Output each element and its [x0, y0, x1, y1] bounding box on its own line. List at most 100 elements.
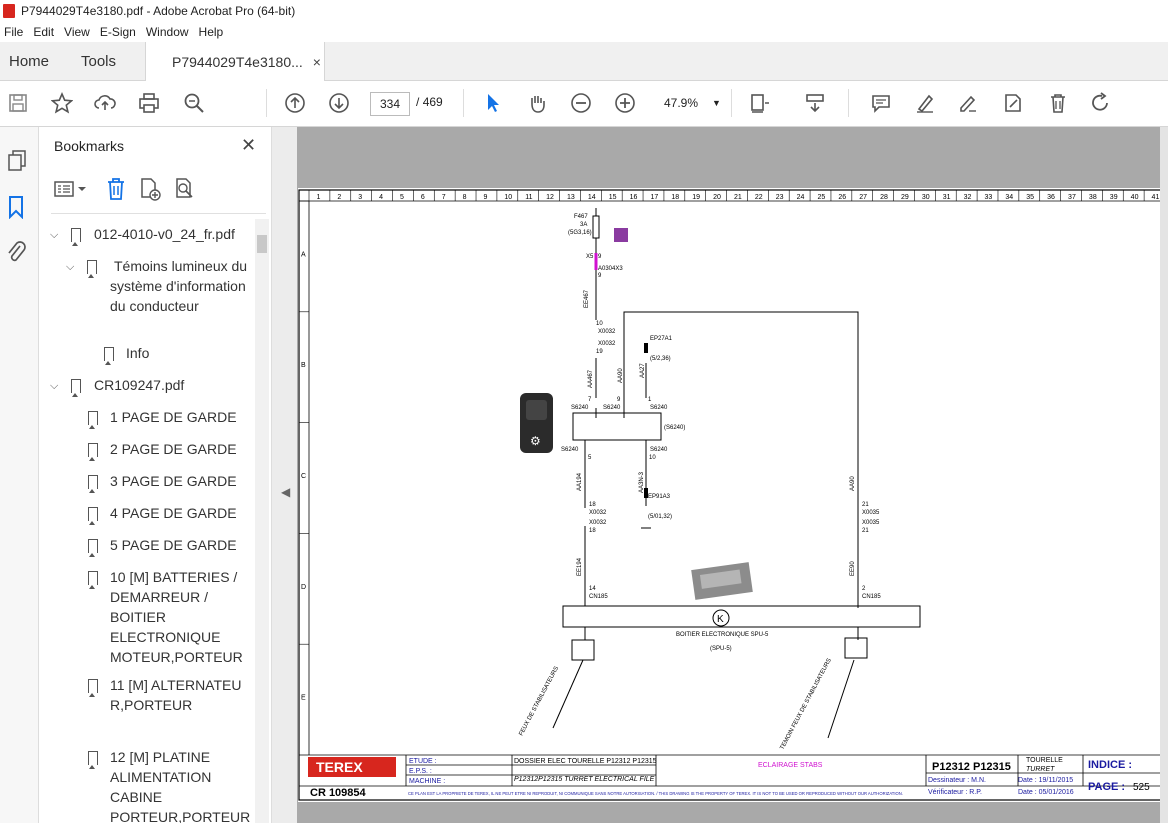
cloud-upload-icon[interactable]	[93, 91, 117, 115]
page-fit-icon[interactable]	[748, 91, 772, 115]
highlight-pen-icon[interactable]	[913, 91, 937, 115]
bookmarks-panel-icon[interactable]	[8, 195, 24, 222]
find-bookmark-icon[interactable]	[173, 177, 197, 204]
svg-text:X0035: X0035	[862, 520, 880, 526]
chevron-down-icon: ▼	[712, 98, 721, 108]
svg-text:S6240: S6240	[650, 405, 668, 411]
svg-text:(SPU-5): (SPU-5)	[710, 646, 732, 652]
bookmark-item[interactable]: ⌵ 012-4010-v0_24_fr.pdf	[39, 224, 255, 246]
delete-bookmark-icon[interactable]	[105, 177, 127, 204]
menu-edit[interactable]: Edit	[29, 25, 60, 39]
column-number: 33	[985, 194, 993, 201]
collapse-panel-icon[interactable]: ◀	[281, 485, 290, 499]
svg-text:18: 18	[589, 502, 596, 508]
svg-text:X0032: X0032	[598, 341, 616, 347]
bookmark-item[interactable]: 10 [M] BATTERIES / DEMARREUR / BOITIER E…	[39, 567, 255, 667]
column-number: 19	[692, 194, 700, 201]
svg-text:BOITIER ELECTRONIQUE SPU-5: BOITIER ELECTRONIQUE SPU-5	[676, 632, 769, 638]
svg-text:S6240: S6240	[603, 405, 621, 411]
row-letter: C	[301, 473, 306, 480]
trash-icon[interactable]	[1046, 91, 1070, 115]
collapse-chevron-icon: ⌵	[66, 261, 75, 273]
bookmarks-scrollbar[interactable]	[255, 219, 269, 823]
wiring-diagram: 1 2 3 4 5 6 7 8 9 10 11 12 13 14 15 16 17 18 19 20 21 22 23 24 2…	[298, 189, 1166, 801]
bookmark-item[interactable]: 2 PAGE DE GARDE	[39, 439, 255, 461]
sign-icon[interactable]	[956, 91, 980, 115]
page-up-icon[interactable]	[283, 91, 307, 115]
bookmark-item[interactable]: 11 [M] ALTERNATEUR,PORTEUR	[39, 675, 255, 735]
svg-text:EE467: EE467	[584, 289, 590, 308]
menu-file[interactable]: File	[0, 25, 29, 39]
page-number-input[interactable]: 334	[370, 92, 410, 116]
menu-help[interactable]: Help	[195, 25, 230, 39]
bookmark-item[interactable]: 1 PAGE DE GARDE	[39, 407, 255, 429]
scroll-mode-icon[interactable]	[803, 91, 827, 115]
hand-tool-icon[interactable]	[525, 91, 549, 115]
redo-icon[interactable]	[1089, 91, 1113, 115]
tab-home[interactable]: Home	[9, 42, 49, 80]
svg-text:10: 10	[649, 455, 656, 461]
bookmark-item[interactable]: 5 PAGE DE GARDE	[39, 535, 255, 557]
attachments-icon[interactable]	[5, 239, 27, 268]
bookmark-options-icon[interactable]	[53, 177, 91, 204]
zoom-out-icon[interactable]	[569, 91, 593, 115]
row-letter: E	[301, 695, 306, 702]
zoom-search-icon[interactable]	[182, 91, 206, 115]
bookmark-item[interactable]: 12 [M] PLATINE ALIMENTATION CABINE PORTE…	[39, 747, 255, 823]
toolbar: 334 / 469 47.9% ▼	[0, 81, 1168, 127]
new-bookmark-icon[interactable]	[138, 177, 162, 204]
bookmark-item[interactable]: 3 PAGE DE GARDE	[39, 471, 255, 493]
bookmark-item[interactable]: Info	[39, 343, 255, 365]
close-panel-icon[interactable]: ✕	[241, 135, 256, 156]
row-letter: D	[301, 584, 306, 591]
svg-text:ETUDE :: ETUDE :	[409, 758, 437, 765]
svg-text:P12312P12315 TURRET ELECTRICAL: P12312P12315 TURRET ELECTRICAL FILE	[514, 776, 655, 783]
bookmark-item[interactable]: ⌵ CR109247.pdf	[39, 375, 255, 397]
pdf-page: 1 2 3 4 5 6 7 8 9 10 11 12 13 14 15 16 17 18 19 20 21 22 23 24 2…	[298, 188, 1168, 802]
star-icon[interactable]	[50, 91, 74, 115]
svg-text:9: 9	[598, 273, 602, 279]
column-number: 25	[818, 194, 826, 201]
svg-text:⚙: ⚙	[530, 434, 541, 448]
menu-esign[interactable]: E-Sign	[96, 25, 142, 39]
bookmark-icon	[88, 475, 98, 493]
print-icon[interactable]	[137, 91, 161, 115]
column-number: 20	[713, 194, 721, 201]
zoom-level-select[interactable]: 47.9% ▼	[656, 92, 722, 114]
column-number: 14	[588, 194, 596, 201]
svg-text:Vérificateur : R.P.: Vérificateur : R.P.	[928, 789, 982, 796]
menu-window[interactable]: Window	[142, 25, 195, 39]
column-number: 28	[880, 194, 888, 201]
menu-view[interactable]: View	[60, 25, 96, 39]
column-number: 26	[838, 194, 846, 201]
left-navigation-rail	[0, 127, 39, 823]
tab-document[interactable]: P7944029T4e3180... ×	[145, 42, 325, 81]
window-titlebar: P7944029T4e3180.pdf - Adobe Acrobat Pro …	[0, 0, 1168, 22]
bookmark-icon	[88, 679, 98, 697]
column-number: 7	[442, 194, 446, 201]
tab-close-icon[interactable]: ×	[313, 54, 321, 70]
bookmark-icon	[88, 507, 98, 525]
page-down-icon[interactable]	[327, 91, 351, 115]
edit-pdf-icon[interactable]	[1001, 91, 1025, 115]
select-pointer-icon[interactable]	[481, 91, 505, 115]
svg-text:AA90: AA90	[618, 368, 624, 383]
page-thumbnails-icon[interactable]	[6, 149, 28, 176]
svg-text:TOURELLE: TOURELLE	[1026, 757, 1063, 764]
save-icon[interactable]	[6, 91, 30, 115]
svg-text:PAGE :: PAGE :	[1088, 781, 1125, 793]
bookmarks-panel-title: Bookmarks	[54, 138, 125, 154]
zoom-in-icon[interactable]	[613, 91, 637, 115]
viewer-scrollbar[interactable]	[1160, 127, 1168, 823]
column-number: 13	[567, 194, 575, 201]
tab-tools[interactable]: Tools	[81, 42, 116, 80]
column-number: 41	[1152, 194, 1160, 201]
tab-bar: Home Tools P7944029T4e3180... ×	[0, 42, 1168, 81]
comment-icon[interactable]	[869, 91, 893, 115]
bookmark-item[interactable]: ⌵ Témoins lumineux du système d'informat…	[39, 256, 255, 338]
svg-text:19: 19	[596, 349, 603, 355]
column-number: 38	[1089, 194, 1097, 201]
bookmark-icon	[71, 379, 81, 397]
bookmark-icon	[88, 571, 98, 589]
bookmark-item[interactable]: 4 PAGE DE GARDE	[39, 503, 255, 525]
